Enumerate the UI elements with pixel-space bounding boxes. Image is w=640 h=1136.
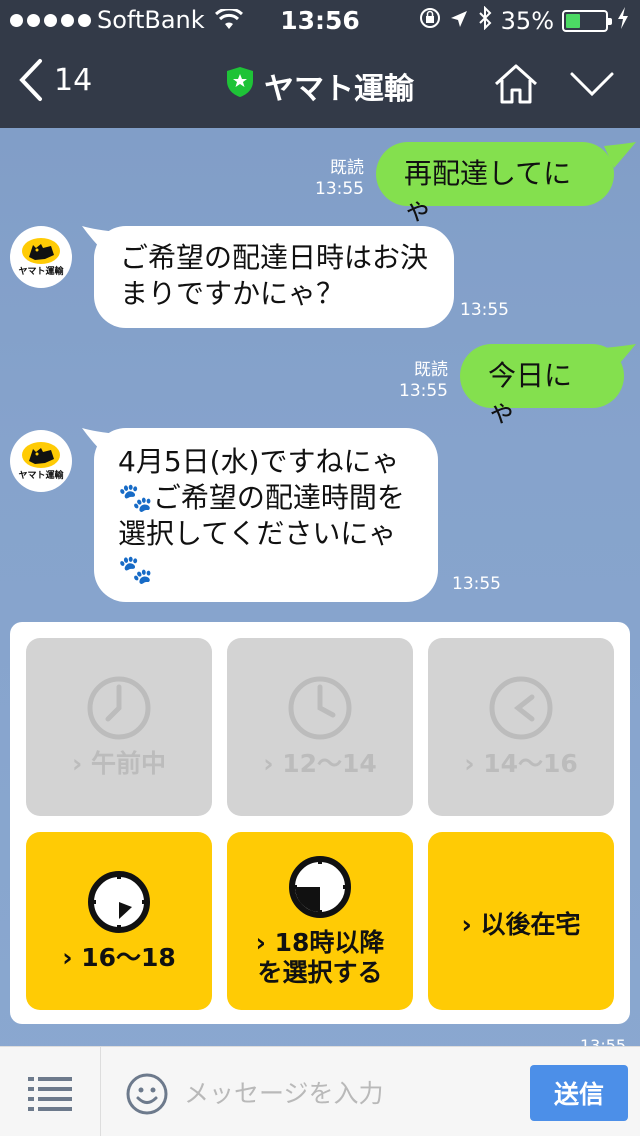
outgoing-message-bubble: 今日にゃ	[460, 344, 624, 428]
clock-icon	[289, 856, 351, 918]
time-option-home-after[interactable]: › 以後在宅	[428, 832, 614, 1010]
avatar-caption: ヤマト運輸	[18, 471, 64, 481]
send-button[interactable]: 送信	[530, 1065, 628, 1121]
message-meta: 既読 13:55	[300, 158, 364, 200]
menu-icon[interactable]	[28, 1075, 72, 1111]
bubble-tail	[604, 142, 636, 168]
message-line: ご希望の配達日時はお決	[120, 241, 429, 274]
black-cat-logo-icon	[22, 442, 60, 468]
battery-percent: 35%	[500, 7, 554, 35]
chevron-down-icon[interactable]	[568, 68, 616, 100]
time-option-label: › 以後在宅	[461, 910, 581, 939]
official-account-shield-icon	[226, 66, 254, 106]
time-option-label: › 14～16	[464, 749, 578, 778]
avatar[interactable]: ヤマト運輸	[10, 430, 72, 492]
clock-icon	[288, 676, 352, 740]
message-line: 選択してくださいにゃ	[118, 517, 397, 550]
clock-icon	[489, 676, 553, 740]
clock-icon	[88, 871, 150, 933]
delivery-time-selector: › 午前中 › 12～14 › 14～16 › 16～18 › 18時以降 を選…	[10, 622, 630, 1024]
message-time: 13:55	[452, 574, 501, 594]
time-option-label: › 16～18	[62, 943, 176, 972]
read-receipt: 既読	[414, 360, 448, 380]
chat-title-text: ヤマト運輸	[264, 72, 414, 107]
message-text: 再配達してにゃ	[404, 157, 572, 226]
message-line: 4月5日(水)ですねにゃ	[118, 445, 400, 478]
message-input-bar: 送信	[0, 1046, 640, 1136]
incoming-message-bubble: 4月5日(水)ですねにゃ 🐾ご希望の配達時間を 選択してくださいにゃ 🐾	[94, 428, 438, 602]
black-cat-logo-icon	[22, 238, 60, 264]
time-option-14-16: › 14～16	[428, 638, 614, 816]
clock-icon	[87, 676, 151, 740]
time-option-16-18[interactable]: › 16～18	[26, 832, 212, 1010]
battery-icon	[562, 10, 612, 32]
incoming-message-bubble: ご希望の配達日時はお決 まりですかにゃ？	[94, 226, 454, 328]
paw-print-icon: 🐾	[118, 481, 153, 514]
read-receipt: 既読	[330, 158, 364, 178]
message-meta: 既読 13:55	[384, 360, 448, 402]
top-bar: SoftBank 13:56 35% 14 ヤマト運輸	[0, 0, 640, 128]
chat-header: 14 ヤマト運輸	[0, 40, 640, 128]
bluetooth-icon	[477, 5, 493, 36]
status-bar: SoftBank 13:56 35%	[0, 0, 640, 40]
paw-print-icon: 🐾	[118, 553, 153, 586]
message-line: 🐾ご希望の配達時間を	[118, 481, 405, 514]
time-option-label: › 午前中	[71, 749, 166, 778]
time-option-label-line: を選択する	[257, 958, 383, 987]
message-time: 13:55	[399, 381, 448, 401]
chat-title: ヤマト運輸	[0, 64, 640, 108]
rotation-lock-icon	[419, 7, 441, 35]
time-option-12-14: › 12～14	[227, 638, 413, 816]
location-arrow-icon	[449, 7, 469, 35]
time-option-morning: › 午前中	[26, 638, 212, 816]
bubble-tail	[604, 344, 636, 370]
time-option-after-18[interactable]: › 18時以降 を選択する	[227, 832, 413, 1010]
message-line: まりですかにゃ？	[120, 277, 345, 310]
home-icon[interactable]	[492, 62, 540, 106]
time-option-label: › 18時以降 を選択する	[256, 928, 385, 988]
avatar[interactable]: ヤマト運輸	[10, 226, 72, 288]
message-time: 13:55	[315, 179, 364, 199]
message-input[interactable]	[184, 1069, 514, 1117]
charging-icon	[616, 6, 630, 36]
time-option-label-line: › 18時以降	[255, 928, 385, 957]
divider	[100, 1047, 101, 1136]
avatar-caption: ヤマト運輸	[18, 267, 64, 277]
smiley-icon[interactable]	[126, 1073, 168, 1115]
time-option-label: › 12～14	[263, 749, 377, 778]
message-text: 今日にゃ	[488, 359, 573, 428]
outgoing-message-bubble: 再配達してにゃ	[376, 142, 614, 226]
message-time: 13:55	[460, 300, 509, 320]
